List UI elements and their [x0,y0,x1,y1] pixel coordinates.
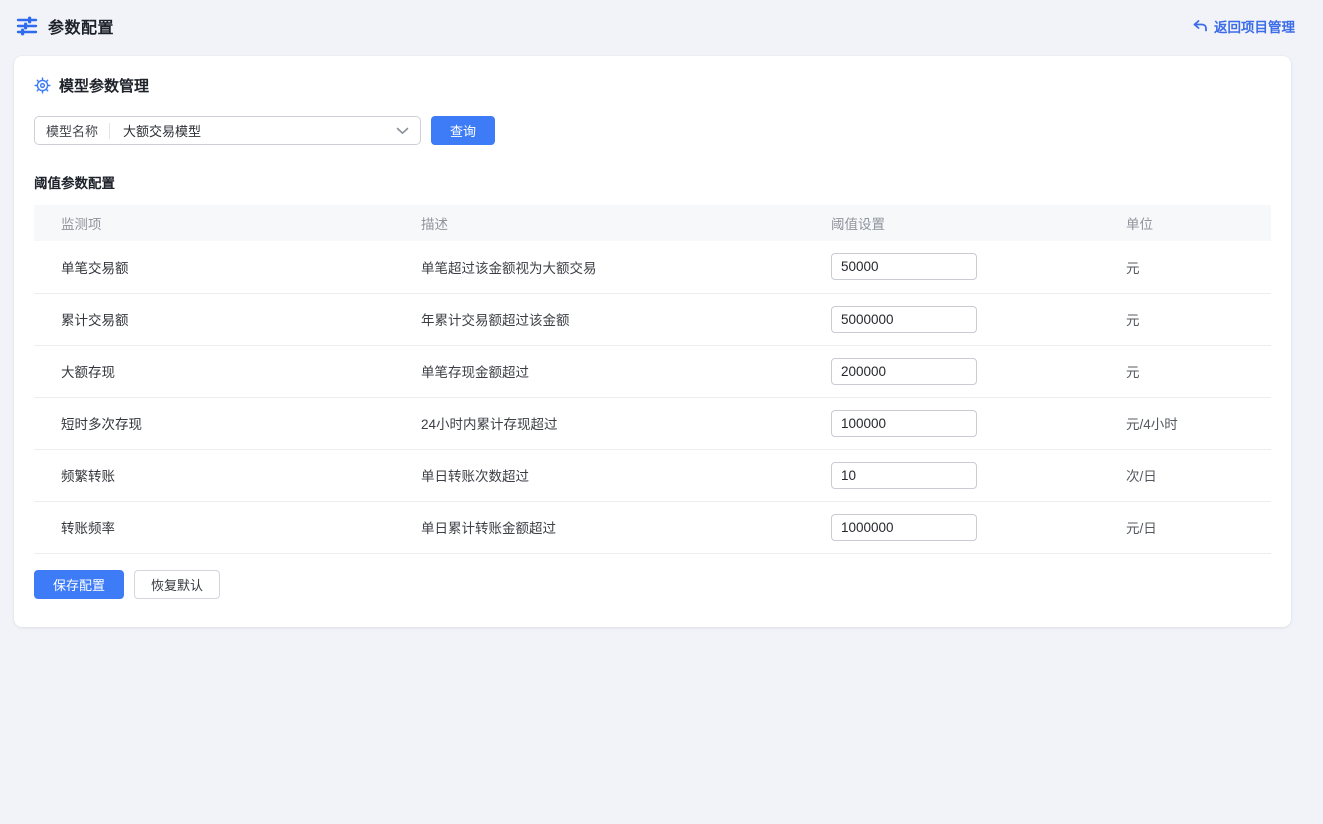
table-header-row: 监测项 描述 阈值设置 单位 [34,205,1271,241]
desc-cell: 年累计交易额超过该金额 [421,293,831,345]
threshold-table: 监测项 描述 阈值设置 单位 单笔交易额 单笔超过该金额视为大额交易 元 累计交… [34,205,1271,554]
unit-cell: 元 [1111,241,1271,293]
column-header-item: 监测项 [34,205,421,241]
desc-cell: 单日累计转账金额超过 [421,501,831,553]
desc-cell: 单笔存现金额超过 [421,345,831,397]
unit-cell: 元/4小时 [1111,397,1271,449]
item-cell: 短时多次存现 [34,397,421,449]
panel-title: 模型参数管理 [59,75,149,96]
back-link-label: 返回项目管理 [1214,16,1295,36]
item-cell: 累计交易额 [34,293,421,345]
query-button[interactable]: 查询 [431,116,495,145]
table-row: 转账频率 单日累计转账金额超过 元/日 [34,501,1271,553]
model-select-label: 模型名称 [35,121,109,140]
item-cell: 大额存现 [34,345,421,397]
table-row: 频繁转账 单日转账次数超过 次/日 [34,449,1271,501]
save-button[interactable]: 保存配置 [34,570,124,599]
item-cell: 频繁转账 [34,449,421,501]
desc-cell: 24小时内累计存现超过 [421,397,831,449]
top-bar: 参数配置 返回项目管理 [0,0,1323,52]
desc-cell: 单日转账次数超过 [421,449,831,501]
reset-button[interactable]: 恢复默认 [134,570,220,599]
threshold-input[interactable] [831,253,977,280]
table-row: 短时多次存现 24小时内累计存现超过 元/4小时 [34,397,1271,449]
table-row: 大额存现 单笔存现金额超过 元 [34,345,1271,397]
unit-cell: 次/日 [1111,449,1271,501]
model-select-value: 大额交易模型 [110,121,396,140]
item-cell: 转账频率 [34,501,421,553]
threshold-input[interactable] [831,306,977,333]
table-row: 单笔交易额 单笔超过该金额视为大额交易 元 [34,241,1271,293]
page-title: 参数配置 [48,14,114,38]
model-name-select[interactable]: 模型名称 大额交易模型 [34,116,421,145]
desc-cell: 单笔超过该金额视为大额交易 [421,241,831,293]
unit-cell: 元 [1111,293,1271,345]
threshold-input[interactable] [831,358,977,385]
unit-cell: 元 [1111,345,1271,397]
threshold-input[interactable] [831,410,977,437]
back-to-project-link[interactable]: 返回项目管理 [1192,16,1295,36]
unit-cell: 元/日 [1111,501,1271,553]
gear-icon [34,77,51,94]
section-title: 阈值参数配置 [34,172,1271,192]
column-header-unit: 单位 [1111,205,1271,241]
column-header-desc: 描述 [421,205,831,241]
sliders-icon [16,14,38,38]
model-params-card: 模型参数管理 模型名称 大额交易模型 查询 阈值参数配置 监测项 描述 阈值设置… [14,56,1291,627]
threshold-input[interactable] [831,514,977,541]
item-cell: 单笔交易额 [34,241,421,293]
column-header-threshold: 阈值设置 [831,205,1111,241]
return-arrow-icon [1192,19,1208,34]
table-row: 累计交易额 年累计交易额超过该金额 元 [34,293,1271,345]
chevron-down-icon [396,127,420,135]
threshold-input[interactable] [831,462,977,489]
